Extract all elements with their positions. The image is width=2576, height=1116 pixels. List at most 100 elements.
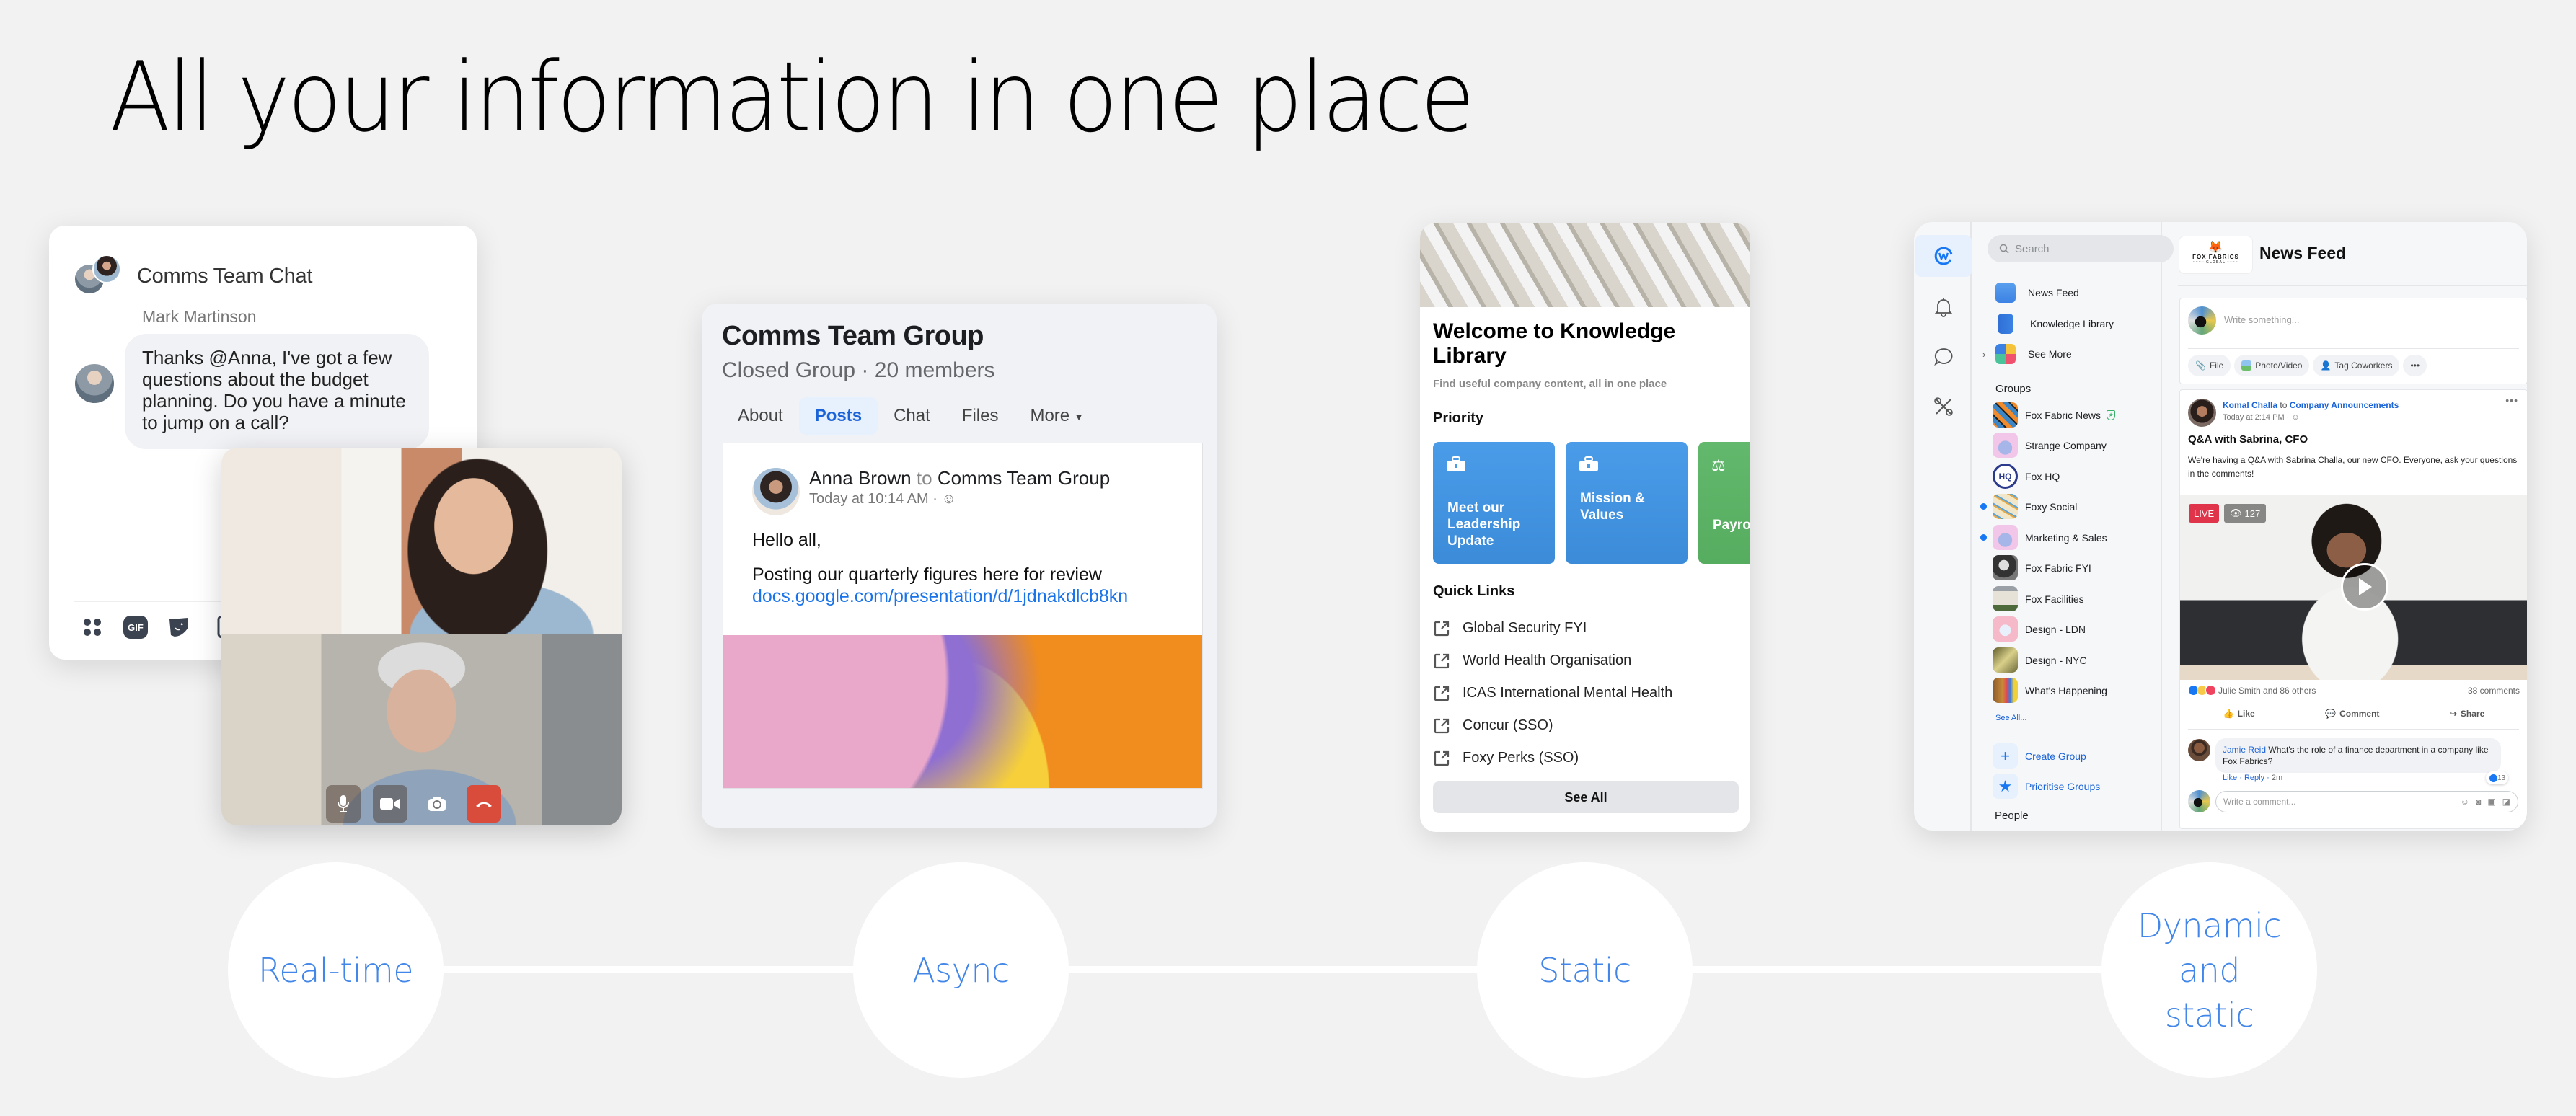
microphone-icon[interactable]	[326, 785, 361, 823]
comment-button[interactable]: 💬 Comment	[2325, 709, 2379, 719]
audience-icon: ☺	[941, 491, 956, 507]
flip-camera-icon[interactable]	[420, 785, 454, 823]
camera-icon[interactable]	[373, 785, 407, 823]
gif-icon[interactable]: ▣	[2487, 797, 2495, 807]
love-reaction-icon	[2205, 685, 2216, 696]
group-item[interactable]: What's Happening	[1973, 678, 2107, 703]
post-author[interactable]: Anna Brown	[809, 467, 912, 489]
sticker-icon[interactable]: ◪	[2502, 797, 2510, 807]
quick-link[interactable]: World Health Organisation	[1433, 645, 1672, 677]
see-all-button[interactable]: See All	[1433, 781, 1739, 813]
tile-payroll[interactable]: ⚖ Payro	[1698, 442, 1750, 564]
my-avatar	[2188, 306, 2216, 335]
group-page: Comms Team Group Closed Group · 20 membe…	[702, 304, 1217, 828]
timeline-connector	[335, 966, 2167, 973]
file-button[interactable]: 📎 File	[2188, 355, 2231, 376]
group-item[interactable]: HQ Fox HQ	[1973, 464, 2060, 489]
comment-icon: 💬	[2325, 709, 2337, 719]
tile-label: Mission & Values	[1580, 491, 1645, 523]
composer-input[interactable]: Write something...	[2224, 314, 2300, 325]
gif-icon[interactable]: GIF	[123, 616, 148, 639]
reactions-text[interactable]: Julie Smith and 86 others	[2218, 686, 2316, 696]
stage-dynamic-and-static: Dynamic and static	[2101, 862, 2317, 1078]
commenter-avatar[interactable]	[2188, 739, 2210, 761]
avatar	[92, 254, 121, 283]
composer-toolbar: GIF	[80, 615, 234, 639]
comment-label: Comment	[2339, 709, 2380, 719]
search-input[interactable]: Search	[1988, 235, 2174, 262]
group-item[interactable]: Fox Facilities	[1973, 586, 2084, 611]
comment-input[interactable]: Write a comment... ☺ ◙ ▣ ◪	[2215, 791, 2518, 812]
see-all-groups-link[interactable]: See All...	[1995, 714, 2026, 722]
call-controls	[326, 785, 501, 823]
chat-icon[interactable]	[1915, 336, 1972, 378]
notifications-icon[interactable]	[1915, 286, 1972, 328]
quick-link-label: ICAS International Mental Health	[1463, 685, 1673, 701]
play-icon	[2359, 578, 2372, 595]
photo-video-button[interactable]: Photo/Video	[2234, 355, 2310, 376]
group-item[interactable]: Design - LDN	[1973, 616, 2086, 642]
tab-posts[interactable]: Posts	[798, 397, 878, 435]
quick-link[interactable]: Global Security FYI	[1433, 612, 1672, 645]
tab-files[interactable]: Files	[946, 397, 1015, 435]
comment-like-link[interactable]: Like	[2223, 774, 2237, 782]
comments-count[interactable]: 38 comments	[2468, 686, 2520, 696]
comment-reply-link[interactable]: Reply	[2244, 774, 2264, 782]
post-image[interactable]	[723, 635, 1202, 788]
create-group-button[interactable]: + Create Group	[1993, 743, 2086, 769]
news-feed-icon	[1995, 283, 2016, 303]
nav-knowledge-library[interactable]: Knowledge Library	[1973, 314, 2114, 334]
quick-link[interactable]: Concur (SSO)	[1433, 709, 1672, 742]
group-name: Marketing & Sales	[2025, 531, 2107, 544]
post-target[interactable]: Comms Team Group	[938, 467, 1110, 489]
camera-icon[interactable]: ◙	[2476, 797, 2481, 807]
end-call-icon[interactable]	[467, 785, 501, 823]
sticker-icon[interactable]	[167, 615, 191, 639]
tab-about[interactable]: About	[722, 397, 799, 435]
group-item[interactable]: Strange Company	[1973, 433, 2107, 458]
like-label: Like	[2237, 709, 2255, 719]
kl-title: Welcome to Knowledge Library	[1433, 319, 1676, 368]
comment-placeholder: Write a comment...	[2223, 797, 2296, 807]
tile-label: Meet our Leadership Update	[1447, 500, 1521, 549]
video-call	[221, 448, 622, 825]
tools-icon[interactable]	[1915, 386, 1972, 428]
share-button[interactable]: ↪ Share	[2450, 709, 2484, 719]
stage-real-time: Real-time	[228, 862, 444, 1078]
logo-text: FOX FABRICS	[2192, 254, 2239, 260]
priority-heading: Priority	[1433, 410, 1484, 426]
group-item[interactable]: Fox Fabric FYI	[1973, 555, 2091, 580]
quick-link[interactable]: ICAS International Mental Health	[1433, 677, 1672, 709]
more-options-button[interactable]: •••	[2403, 355, 2427, 376]
live-video[interactable]: LIVE 👁 127	[2180, 495, 2527, 680]
group-thumbnail	[1993, 616, 2018, 642]
author-avatar[interactable]	[2188, 399, 2216, 427]
prioritise-groups-button[interactable]: ★ Prioritise Groups	[1993, 774, 2100, 799]
post-options-button[interactable]: •••	[2505, 394, 2518, 406]
author-avatar[interactable]	[752, 468, 800, 515]
feed-title: News Feed	[2259, 244, 2347, 262]
tile-leadership-update[interactable]: Meet our Leadership Update	[1433, 442, 1555, 564]
search-icon	[1999, 244, 2009, 254]
nav-news-feed[interactable]: News Feed	[1973, 283, 2079, 303]
tile-label: Payro	[1713, 518, 1750, 533]
emoji-icon[interactable]: ☺	[2461, 797, 2469, 807]
group-item[interactable]: Fox Fabric News ★	[1973, 402, 2116, 428]
tab-more[interactable]: More ▼	[1014, 397, 1100, 435]
nav-see-more[interactable]: › See More	[1973, 344, 2072, 364]
like-button[interactable]: 👍 Like	[2223, 709, 2255, 719]
briefcase-icon	[1446, 456, 1466, 477]
shapes-icon	[1995, 344, 2016, 364]
tab-chat[interactable]: Chat	[878, 397, 946, 435]
post-author[interactable]: Komal Challa	[2223, 400, 2277, 410]
apps-icon[interactable]	[80, 615, 105, 639]
comment-author[interactable]: Jamie Reid	[2223, 745, 2266, 755]
quick-link[interactable]: Foxy Perks (SSO)	[1433, 742, 1672, 774]
group-item[interactable]: Design - NYC	[1973, 647, 2087, 673]
workplace-logo-icon[interactable]	[1915, 235, 1972, 277]
tile-mission-values[interactable]: Mission & Values	[1566, 442, 1688, 564]
post-link[interactable]: docs.google.com/presentation/d/1jdnakdlc…	[752, 586, 1128, 607]
tag-coworkers-button[interactable]: 👤 Tag Coworkers	[2313, 355, 2400, 376]
post-target[interactable]: Company Announcements	[2290, 400, 2399, 410]
play-button[interactable]	[2341, 563, 2388, 611]
